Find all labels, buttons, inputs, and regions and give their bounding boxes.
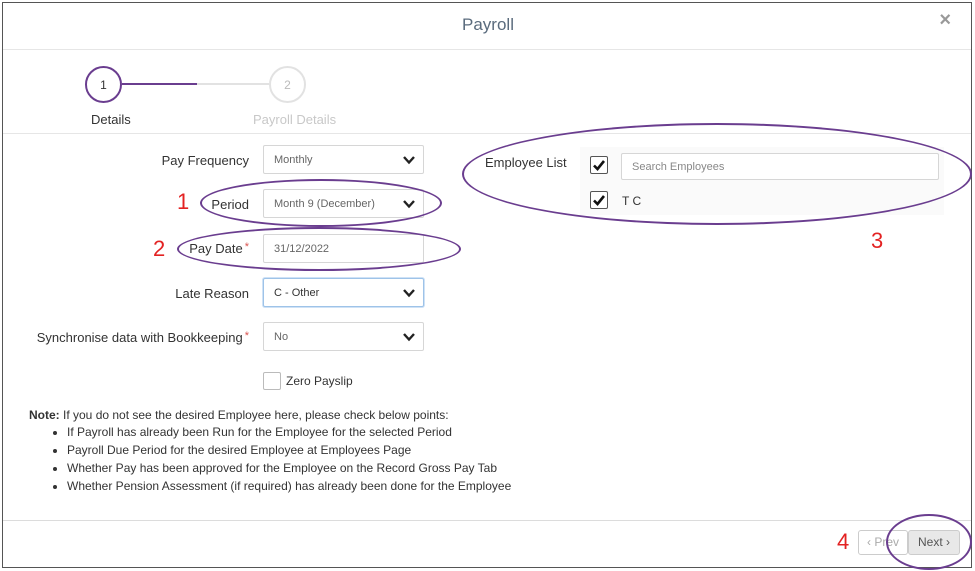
close-icon[interactable]: × <box>939 9 951 32</box>
pay-date-label: Pay Date * <box>29 241 249 256</box>
step-2-circle[interactable]: 2 <box>269 66 306 103</box>
annotation-1: 1 <box>177 189 190 214</box>
late-reason-value: C - Other <box>274 287 320 299</box>
pay-date-input[interactable]: 31/12/2022 <box>263 234 424 263</box>
header-divider <box>3 49 971 50</box>
modal-title: Payroll <box>462 15 514 34</box>
list-item: Whether Pay has been approved for the Em… <box>67 461 629 476</box>
pay-date-label-text: Pay Date <box>189 241 243 256</box>
stepper-divider <box>3 133 971 134</box>
zero-payslip-label: Zero Payslip <box>286 374 353 388</box>
sync-bookkeeping-label: Synchronise data with Bookkeeping * <box>29 330 249 345</box>
pay-frequency-select[interactable]: Monthly <box>263 145 424 174</box>
pay-date-value: 31/12/2022 <box>274 243 330 255</box>
required-marker: * <box>244 241 249 253</box>
note-heading: Note: <box>29 408 60 422</box>
search-placeholder: Search Employees <box>632 161 725 173</box>
list-item: If Payroll has already been Run for the … <box>67 425 629 440</box>
employee-name: T C <box>622 194 642 208</box>
step-1-label: Details <box>91 112 131 127</box>
check-icon <box>593 160 606 171</box>
chevron-down-icon <box>403 333 415 342</box>
payroll-modal: Payroll × 1 2 Details Payroll Details Pa… <box>2 2 972 570</box>
period-value: Month 9 (December) <box>274 198 375 210</box>
zero-payslip-checkbox[interactable] <box>263 372 281 390</box>
note-text: If you do not see the desired Employee h… <box>59 408 449 422</box>
sync-bookkeeping-label-text: Synchronise data with Bookkeeping <box>36 330 243 345</box>
late-reason-select[interactable]: C - Other <box>263 278 424 307</box>
search-employees-input[interactable]: Search Employees <box>621 153 939 180</box>
sync-bookkeeping-select[interactable]: No <box>263 322 424 351</box>
period-label: Period <box>211 197 249 212</box>
step-connector-done <box>122 83 197 85</box>
check-icon <box>593 195 606 206</box>
sync-bookkeeping-value: No <box>274 331 289 343</box>
list-item: Payroll Due Period for the desired Emplo… <box>67 443 629 458</box>
annotation-2: 2 <box>153 236 166 261</box>
select-all-checkbox[interactable] <box>590 156 608 174</box>
pay-frequency-label: Pay Frequency <box>161 153 249 168</box>
employee-checkbox[interactable] <box>590 191 608 209</box>
late-reason-label: Late Reason <box>175 286 249 301</box>
chevron-down-icon <box>403 156 415 165</box>
next-button[interactable]: Next › <box>908 530 960 555</box>
pay-frequency-value: Monthly <box>274 154 313 166</box>
chevron-down-icon <box>403 200 415 209</box>
period-select[interactable]: Month 9 (December) <box>263 189 424 218</box>
note-points: If Payroll has already been Run for the … <box>29 425 629 494</box>
note-section: Note: If you do not see the desired Empl… <box>29 408 629 497</box>
step-1-circle[interactable]: 1 <box>85 66 122 103</box>
list-item: Whether Pension Assessment (if required)… <box>67 479 629 494</box>
prev-button[interactable]: ‹ Prev <box>858 530 908 555</box>
step-connector-pending <box>197 83 269 85</box>
footer-divider <box>3 520 971 521</box>
employee-list-label: Employee List <box>485 155 567 170</box>
required-marker: * <box>244 330 249 342</box>
note-intro: Note: If you do not see the desired Empl… <box>29 408 629 422</box>
chevron-down-icon <box>403 289 415 298</box>
annotation-4: 4 <box>837 529 850 554</box>
step-2-label: Payroll Details <box>253 112 337 127</box>
annotation-3: 3 <box>871 228 884 253</box>
